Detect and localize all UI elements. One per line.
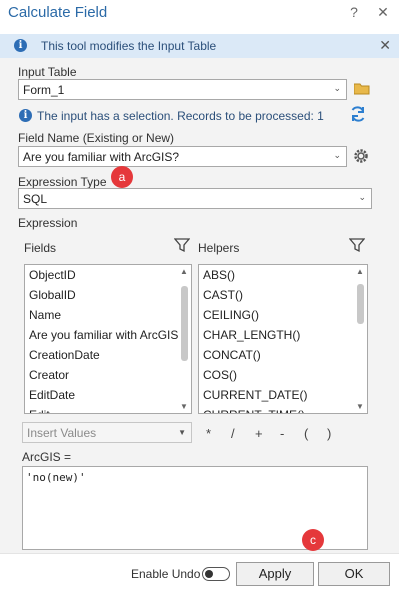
scroll-up-icon[interactable]: ▲: [179, 267, 189, 276]
editor-scrollbar[interactable]: [354, 468, 366, 548]
toggle-knob: [205, 570, 213, 578]
operator-multiply-button[interactable]: *: [206, 426, 211, 441]
gear-icon[interactable]: [352, 147, 370, 165]
chevron-down-icon: ⌄: [358, 192, 366, 202]
fields-scrollbar[interactable]: ▲ ▼: [178, 266, 190, 412]
caret-down-icon: ▼: [178, 428, 186, 437]
annotation-badge-a: a: [111, 166, 133, 188]
operator-divide-button[interactable]: /: [231, 426, 235, 441]
selection-note: The input has a selection. Records to be…: [37, 109, 324, 123]
input-table-value: Form_1: [23, 83, 65, 97]
list-item[interactable]: EditDate: [25, 385, 191, 405]
window-title: Calculate Field: [8, 4, 108, 21]
field-name-select[interactable]: Are you familiar with ArcGIS? ⌄: [18, 146, 347, 167]
expression-type-select[interactable]: SQL ⌄: [18, 188, 372, 209]
list-item[interactable]: Edit...: [25, 405, 191, 413]
expression-label: Expression: [18, 216, 78, 230]
info-icon: i: [14, 39, 27, 52]
scroll-up-icon[interactable]: ▲: [355, 267, 365, 276]
insert-values-dropdown[interactable]: Insert Values ▼: [22, 422, 192, 443]
list-item[interactable]: CURRENT_TIME(): [199, 405, 367, 413]
dialog-footer: Enable Undo Apply OK: [0, 553, 399, 593]
field-name-label: Field Name (Existing or New): [18, 131, 175, 145]
annotation-badge-c: c: [302, 529, 324, 551]
chevron-down-icon: ⌄: [333, 83, 341, 93]
info-banner: i This tool modifies the Input Table ✕: [0, 34, 399, 58]
helpers-list[interactable]: ABS() CAST() CEILING() CHAR_LENGTH() CON…: [198, 264, 368, 414]
list-item[interactable]: CreationDate: [25, 345, 191, 365]
close-info-button[interactable]: ✕: [379, 37, 391, 54]
filter-icon[interactable]: [348, 237, 366, 253]
helpers-label: Helpers: [198, 241, 240, 255]
operator-minus-button[interactable]: -: [280, 426, 284, 441]
close-window-button[interactable]: ✕: [375, 4, 391, 21]
input-table-label: Input Table: [18, 65, 77, 79]
enable-undo-label: Enable Undo: [131, 567, 201, 581]
list-item[interactable]: ABS(): [199, 265, 367, 285]
filter-icon[interactable]: [173, 237, 191, 253]
scroll-down-icon[interactable]: ▼: [179, 402, 189, 411]
title-bar: Calculate Field ? ✕: [0, 0, 399, 28]
scroll-thumb[interactable]: [357, 284, 364, 324]
help-button[interactable]: ?: [346, 4, 362, 20]
list-item[interactable]: CONCAT(): [199, 345, 367, 365]
list-item[interactable]: ObjectID: [25, 265, 191, 285]
scroll-down-icon[interactable]: ▼: [355, 402, 365, 411]
ok-button[interactable]: OK: [318, 562, 390, 586]
input-table-select[interactable]: Form_1 ⌄: [18, 79, 347, 100]
chevron-down-icon: ⌄: [333, 150, 341, 160]
apply-button[interactable]: Apply: [236, 562, 314, 586]
expression-type-label: Expression Type: [18, 175, 107, 189]
operator-open-paren-button[interactable]: (: [304, 426, 308, 441]
list-item[interactable]: Name: [25, 305, 191, 325]
expression-type-value: SQL: [23, 192, 48, 206]
list-item[interactable]: CAST(): [199, 285, 367, 305]
helpers-scrollbar[interactable]: ▲ ▼: [354, 266, 366, 412]
enable-undo-toggle[interactable]: [202, 567, 230, 581]
scroll-thumb[interactable]: [181, 286, 188, 361]
list-item[interactable]: Creator: [25, 365, 191, 385]
list-item[interactable]: CEILING(): [199, 305, 367, 325]
list-item[interactable]: Are you familiar with ArcGIS: [25, 325, 191, 345]
operator-plus-button[interactable]: +: [255, 426, 263, 441]
list-item[interactable]: COS(): [199, 365, 367, 385]
expression-code-text: 'no(new)': [26, 471, 86, 484]
info-message: This tool modifies the Input Table: [41, 39, 217, 53]
list-item[interactable]: CURRENT_DATE(): [199, 385, 367, 405]
refresh-icon[interactable]: [349, 105, 367, 123]
folder-icon[interactable]: [353, 83, 370, 95]
list-item[interactable]: GlobalID: [25, 285, 191, 305]
list-item[interactable]: CHAR_LENGTH(): [199, 325, 367, 345]
fields-label: Fields: [24, 241, 57, 255]
fields-list[interactable]: ObjectID GlobalID Name Are you familiar …: [24, 264, 192, 414]
insert-values-label: Insert Values: [27, 426, 97, 440]
code-label: ArcGIS =: [22, 450, 72, 464]
operator-close-paren-button[interactable]: ): [327, 426, 331, 441]
info-icon: i: [19, 109, 32, 122]
field-name-value: Are you familiar with ArcGIS?: [23, 150, 180, 164]
